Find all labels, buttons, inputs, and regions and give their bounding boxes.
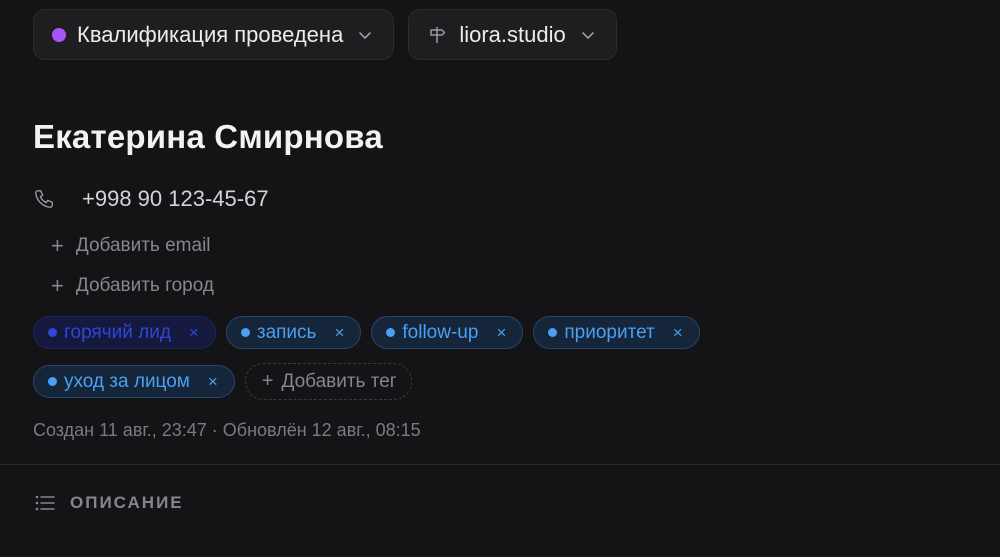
tag-label: уход за лицом [64, 370, 190, 392]
remove-tag-icon[interactable]: × [496, 323, 506, 343]
add-tag-button[interactable]: + Добавить тег [244, 363, 412, 400]
tag-dot [48, 377, 57, 386]
plus-icon: + [51, 273, 64, 298]
tag-chip[interactable]: follow-up × [371, 316, 524, 349]
add-tag-label: Добавить тег [281, 370, 397, 392]
plus-icon: + [51, 233, 64, 258]
tag-dot [548, 328, 558, 337]
tag-list: горячий лид × запись × follow-up × приор… [33, 316, 833, 414]
tag-chip[interactable]: приоритет × [533, 316, 700, 349]
tag-label: запись [256, 321, 317, 343]
section-divider [0, 464, 1000, 465]
remove-tag-icon[interactable]: × [334, 323, 344, 343]
tag-chip[interactable]: уход за лицом × [33, 365, 235, 398]
add-city-button[interactable]: + Добавить город [51, 275, 214, 297]
list-icon [35, 494, 55, 512]
timestamps: Создан 11 авг., 23:47 · Обновлён 12 авг.… [33, 420, 421, 440]
phone-number: +998 90 123-45-67 [82, 186, 269, 211]
description-label: ОПИСАНИЕ [70, 493, 184, 512]
remove-tag-icon[interactable]: × [189, 323, 199, 343]
description-section-header[interactable]: ОПИСАНИЕ [35, 493, 184, 513]
status-dot [52, 27, 66, 42]
source-dropdown[interactable]: liora.studio [408, 9, 617, 60]
add-email-button[interactable]: + Добавить email [51, 235, 211, 257]
header-bar: Квалификация проведена liora.studio [33, 9, 617, 60]
chevron-down-icon [357, 27, 373, 43]
tag-dot [240, 328, 250, 337]
tag-dot [386, 328, 396, 337]
status-dropdown[interactable]: Квалификация проведена [33, 9, 395, 60]
tag-label: follow-up [402, 321, 479, 343]
source-label: liora.studio [459, 21, 566, 47]
remove-tag-icon[interactable]: × [673, 323, 683, 343]
status-label: Квалификация проведена [77, 21, 344, 47]
tag-label: приоритет [564, 321, 655, 343]
add-email-label: Добавить email [75, 235, 211, 256]
remove-tag-icon[interactable]: × [208, 372, 218, 392]
chevron-down-icon [580, 27, 596, 43]
signpost-icon [427, 25, 447, 45]
tag-chip[interactable]: запись × [225, 316, 362, 349]
tag-dot [48, 328, 57, 337]
phone-icon [33, 188, 55, 210]
tag-label: горячий лид [64, 321, 171, 343]
contact-name[interactable]: Екатерина Смирнова [33, 118, 383, 156]
plus-icon: + [261, 370, 274, 392]
phone-row[interactable]: +998 90 123-45-67 [33, 186, 269, 212]
tag-chip[interactable]: горячий лид × [33, 316, 216, 349]
add-city-label: Добавить город [75, 275, 214, 296]
